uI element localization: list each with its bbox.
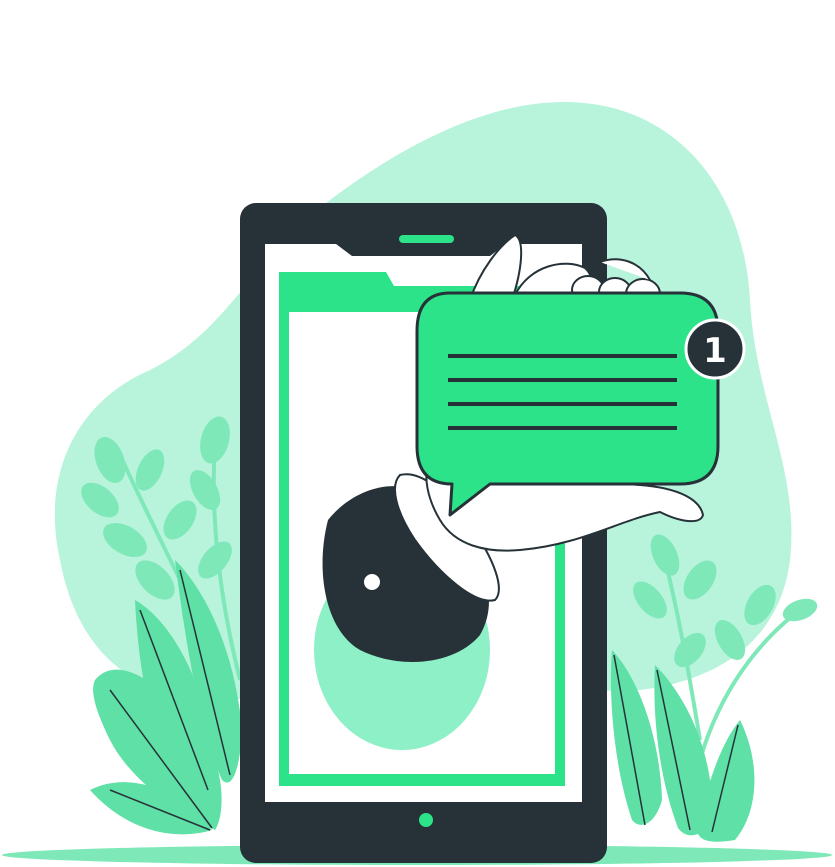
cufflink bbox=[364, 574, 380, 590]
speaker-slot bbox=[399, 235, 454, 243]
illustration-scene: 1 bbox=[0, 0, 835, 867]
notification-badge-icon: 1 bbox=[684, 318, 746, 380]
badge-count: 1 bbox=[703, 331, 727, 371]
home-button bbox=[419, 813, 433, 827]
chat-bubble-icon bbox=[415, 291, 720, 517]
message-notification-illustration: 1 bbox=[2, 102, 832, 865]
